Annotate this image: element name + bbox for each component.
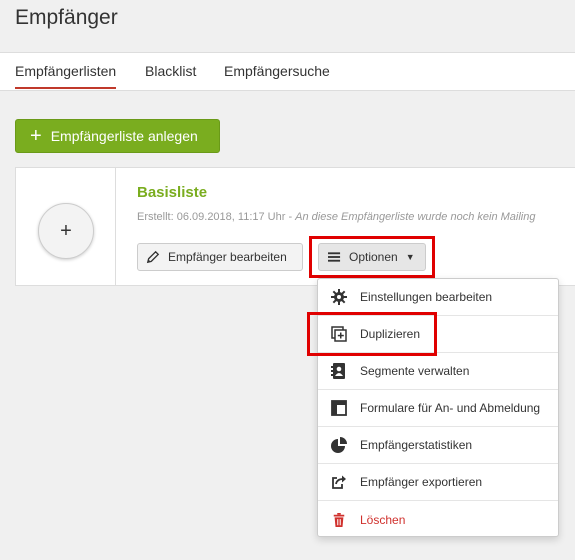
menu-item-label: Einstellungen bearbeiten (360, 290, 493, 304)
menu-item-label: Empfängerstatistiken (360, 438, 473, 452)
menu-item-segments[interactable]: Segmente verwalten (318, 353, 558, 390)
menu-item-export[interactable]: Empfänger exportieren (318, 464, 558, 501)
menu-item-duplicate[interactable]: Duplizieren (318, 316, 558, 353)
chevron-down-icon: ▼ (405, 252, 415, 262)
menu-item-statistics[interactable]: Empfängerstatistiken (318, 427, 558, 464)
menu-item-delete[interactable]: Löschen (318, 501, 558, 538)
plus-icon: + (30, 125, 42, 147)
tab-bar: Empfängerlisten Blacklist Empfängersuche (0, 52, 575, 91)
menu-item-label: Segmente verwalten (360, 364, 470, 378)
export-icon (331, 474, 347, 490)
menu-item-label: Empfänger exportieren (360, 475, 483, 489)
created-text: Erstellt: 06.09.2018, 11:17 Uhr - (137, 211, 296, 223)
edit-button-label: Empfänger bearbeiten (168, 250, 287, 264)
add-circle-button[interactable]: + (38, 203, 94, 259)
segment-icon (331, 363, 347, 379)
recipient-list-card: + Basisliste Erstellt: 06.09.2018, 11:17… (15, 167, 575, 286)
trash-icon (331, 512, 347, 528)
menu-item-label: Löschen (360, 512, 406, 527)
page-title: Empfänger (15, 6, 118, 29)
menu-item-label: Duplizieren (360, 327, 421, 341)
add-button-label: Empfängerliste anlegen (50, 128, 198, 144)
duplicate-icon (331, 326, 347, 342)
tab-empfaengersuche[interactable]: Empfängersuche (224, 63, 330, 79)
menu-item-forms[interactable]: Formulare für An- und Abmeldung (318, 390, 558, 427)
edit-recipients-button[interactable]: Empfänger bearbeiten (137, 243, 303, 271)
menu-item-settings[interactable]: Einstellungen bearbeiten (318, 279, 558, 316)
menu-item-label: Formulare für An- und Abmeldung (360, 401, 541, 415)
card-left-panel: + (16, 168, 116, 285)
tab-empfaengerlisten[interactable]: Empfängerlisten (15, 63, 117, 89)
mailing-note: An diese Empfängerliste wurde noch kein … (295, 211, 536, 223)
list-title[interactable]: Basisliste (137, 184, 207, 201)
pie-chart-icon (331, 437, 347, 453)
add-recipient-list-button[interactable]: + Empfängerliste anlegen (15, 119, 220, 153)
options-menu: Einstellungen bearbeiten Duplizieren Seg… (317, 278, 559, 537)
gear-icon (331, 289, 347, 305)
list-meta: Erstellt: 06.09.2018, 11:17 Uhr - An die… (137, 211, 535, 223)
pencil-icon (146, 250, 160, 264)
hamburger-icon (328, 252, 341, 262)
tab-blacklist[interactable]: Blacklist (145, 63, 196, 79)
options-dropdown-button[interactable]: Optionen ▼ (318, 243, 426, 271)
page-header: Empfänger (0, 0, 575, 52)
options-button-label: Optionen (349, 250, 398, 264)
form-icon (331, 400, 347, 416)
